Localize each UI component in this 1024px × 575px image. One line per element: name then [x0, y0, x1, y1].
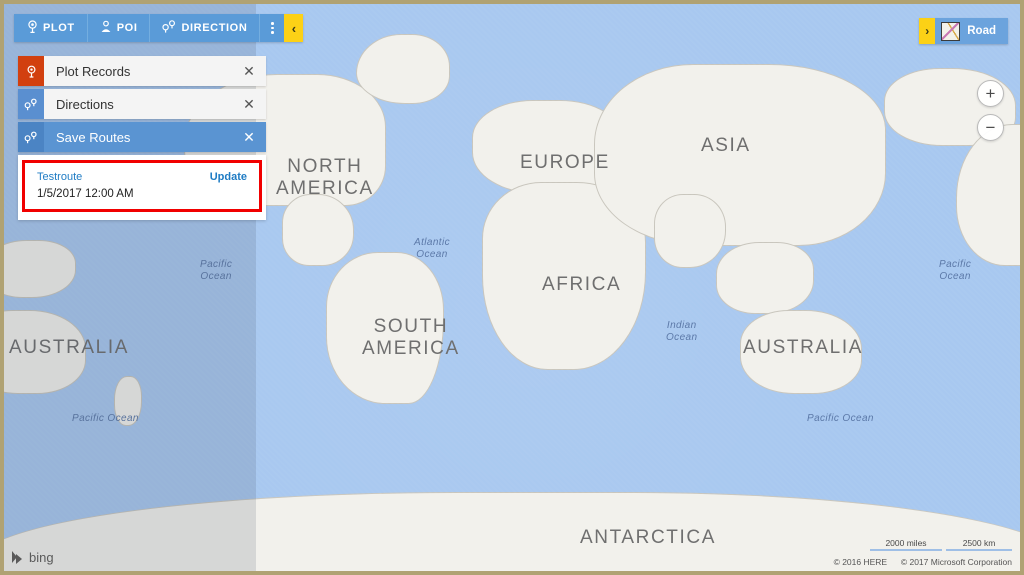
more-vertical-icon: [271, 22, 274, 34]
landmass-australia: [740, 310, 862, 394]
panel-row-label-directions: Directions: [56, 96, 114, 112]
chevron-left-icon: ‹: [291, 20, 297, 36]
map-type-expand-button[interactable]: ›: [919, 18, 936, 44]
row-icon-save-routes: [18, 122, 44, 152]
plot-pin-icon: [27, 20, 38, 36]
toolbar-label-poi: POI: [116, 22, 138, 34]
landmass-oceania-west-wrap: [4, 240, 76, 298]
bing-logo-text: bing: [29, 550, 54, 565]
saved-route-update-link[interactable]: Update: [210, 171, 247, 183]
scale-km-line: [946, 549, 1012, 551]
panel-row-close-directions[interactable]: ✕: [232, 89, 266, 119]
saved-route-timestamp: 1/5/2017 12:00 AM: [37, 188, 134, 200]
map-label-ocean: Atlantic Ocean: [414, 237, 450, 260]
scale-km-label: 2500 km: [962, 538, 996, 548]
map-label-ocean: Pacific Ocean: [200, 259, 233, 282]
panel-row-close-plot-records[interactable]: ✕: [232, 56, 266, 86]
plus-icon: +: [985, 84, 996, 103]
poi-person-icon: [100, 20, 112, 36]
landmass-india: [654, 194, 726, 268]
saved-route-header: Testroute Update: [37, 171, 247, 183]
saved-route-name-link[interactable]: Testroute: [37, 171, 82, 183]
saved-route-item[interactable]: Testroute Update 1/5/2017 12:00 AM: [22, 160, 262, 212]
landmass-australia-west-wrap: [4, 310, 86, 394]
zoom-controls: + −: [977, 80, 1004, 141]
panel-row-close-save-routes[interactable]: ✕: [232, 122, 266, 152]
bing-mark-icon: [12, 551, 23, 564]
landmass-south-america: [326, 252, 444, 404]
scale-miles-label: 2000 miles: [885, 538, 927, 548]
side-panel: Plot Records ✕ Directions ✕ Save Routes …: [18, 56, 266, 220]
map-attribution: © 2016 HERE © 2017 Microsoft Corporation: [834, 557, 1012, 567]
attribution-here: © 2016 HERE: [833, 557, 888, 567]
panel-row-label-save-routes: Save Routes: [56, 129, 131, 145]
panel-row-label-plot-records: Plot Records: [56, 63, 131, 79]
panel-row-save-routes[interactable]: Save Routes ✕: [18, 122, 266, 152]
landmass-greenland: [356, 34, 450, 104]
toolbar-more-button[interactable]: [260, 14, 285, 42]
map-thumbnail-icon: [941, 21, 961, 41]
chevron-right-icon: ›: [925, 24, 930, 38]
landmass-new-zealand: [114, 376, 142, 426]
bing-logo[interactable]: bing: [12, 550, 54, 565]
landmass-asia: [594, 64, 886, 246]
landmass-central-america: [282, 194, 354, 266]
zoom-in-button[interactable]: +: [977, 80, 1004, 107]
toolbar-label-direction: DIRECTION: [181, 22, 248, 34]
panel-row-directions[interactable]: Directions ✕: [18, 89, 266, 119]
map-label-ocean: Pacific Ocean: [807, 413, 874, 424]
toolbar-collapse-button[interactable]: ‹: [284, 14, 304, 42]
toolbar-button-plot[interactable]: PLOT: [14, 14, 88, 42]
minus-icon: −: [985, 118, 996, 137]
toolbar-button-poi[interactable]: POI: [87, 14, 151, 42]
toolbar-label-plot: PLOT: [43, 22, 75, 34]
map-label-ocean: Indian Ocean: [666, 320, 698, 343]
map-label-ocean: Pacific Ocean: [939, 259, 972, 282]
map-type-current-button[interactable]: Road: [935, 18, 1008, 44]
map-application: NORTH AMERICA SOUTH AMERICA EUROPE AFRICA ASIA…: [0, 0, 1024, 575]
direction-pins-icon: [162, 20, 176, 36]
map-scale-bar: 2000 miles 2500 km: [870, 538, 1012, 551]
attribution-microsoft: © 2017 Microsoft Corporation: [900, 557, 1012, 567]
zoom-out-button[interactable]: −: [977, 114, 1004, 141]
map-type-label: Road: [967, 25, 996, 37]
main-toolbar: PLOT POI DIRECTION ‹: [14, 14, 304, 42]
toolbar-button-direction[interactable]: DIRECTION: [150, 14, 261, 42]
scale-miles-line: [870, 549, 942, 551]
scale-km: 2500 km: [946, 538, 1012, 551]
map-type-selector: › Road: [919, 18, 1008, 44]
panel-row-plot-records[interactable]: Plot Records ✕: [18, 56, 266, 86]
row-icon-directions: [18, 89, 44, 119]
landmass-southeast-asia: [716, 242, 814, 314]
saved-routes-list: Testroute Update 1/5/2017 12:00 AM: [18, 155, 266, 220]
row-icon-plot-records: [18, 56, 44, 86]
scale-miles: 2000 miles: [870, 538, 942, 551]
